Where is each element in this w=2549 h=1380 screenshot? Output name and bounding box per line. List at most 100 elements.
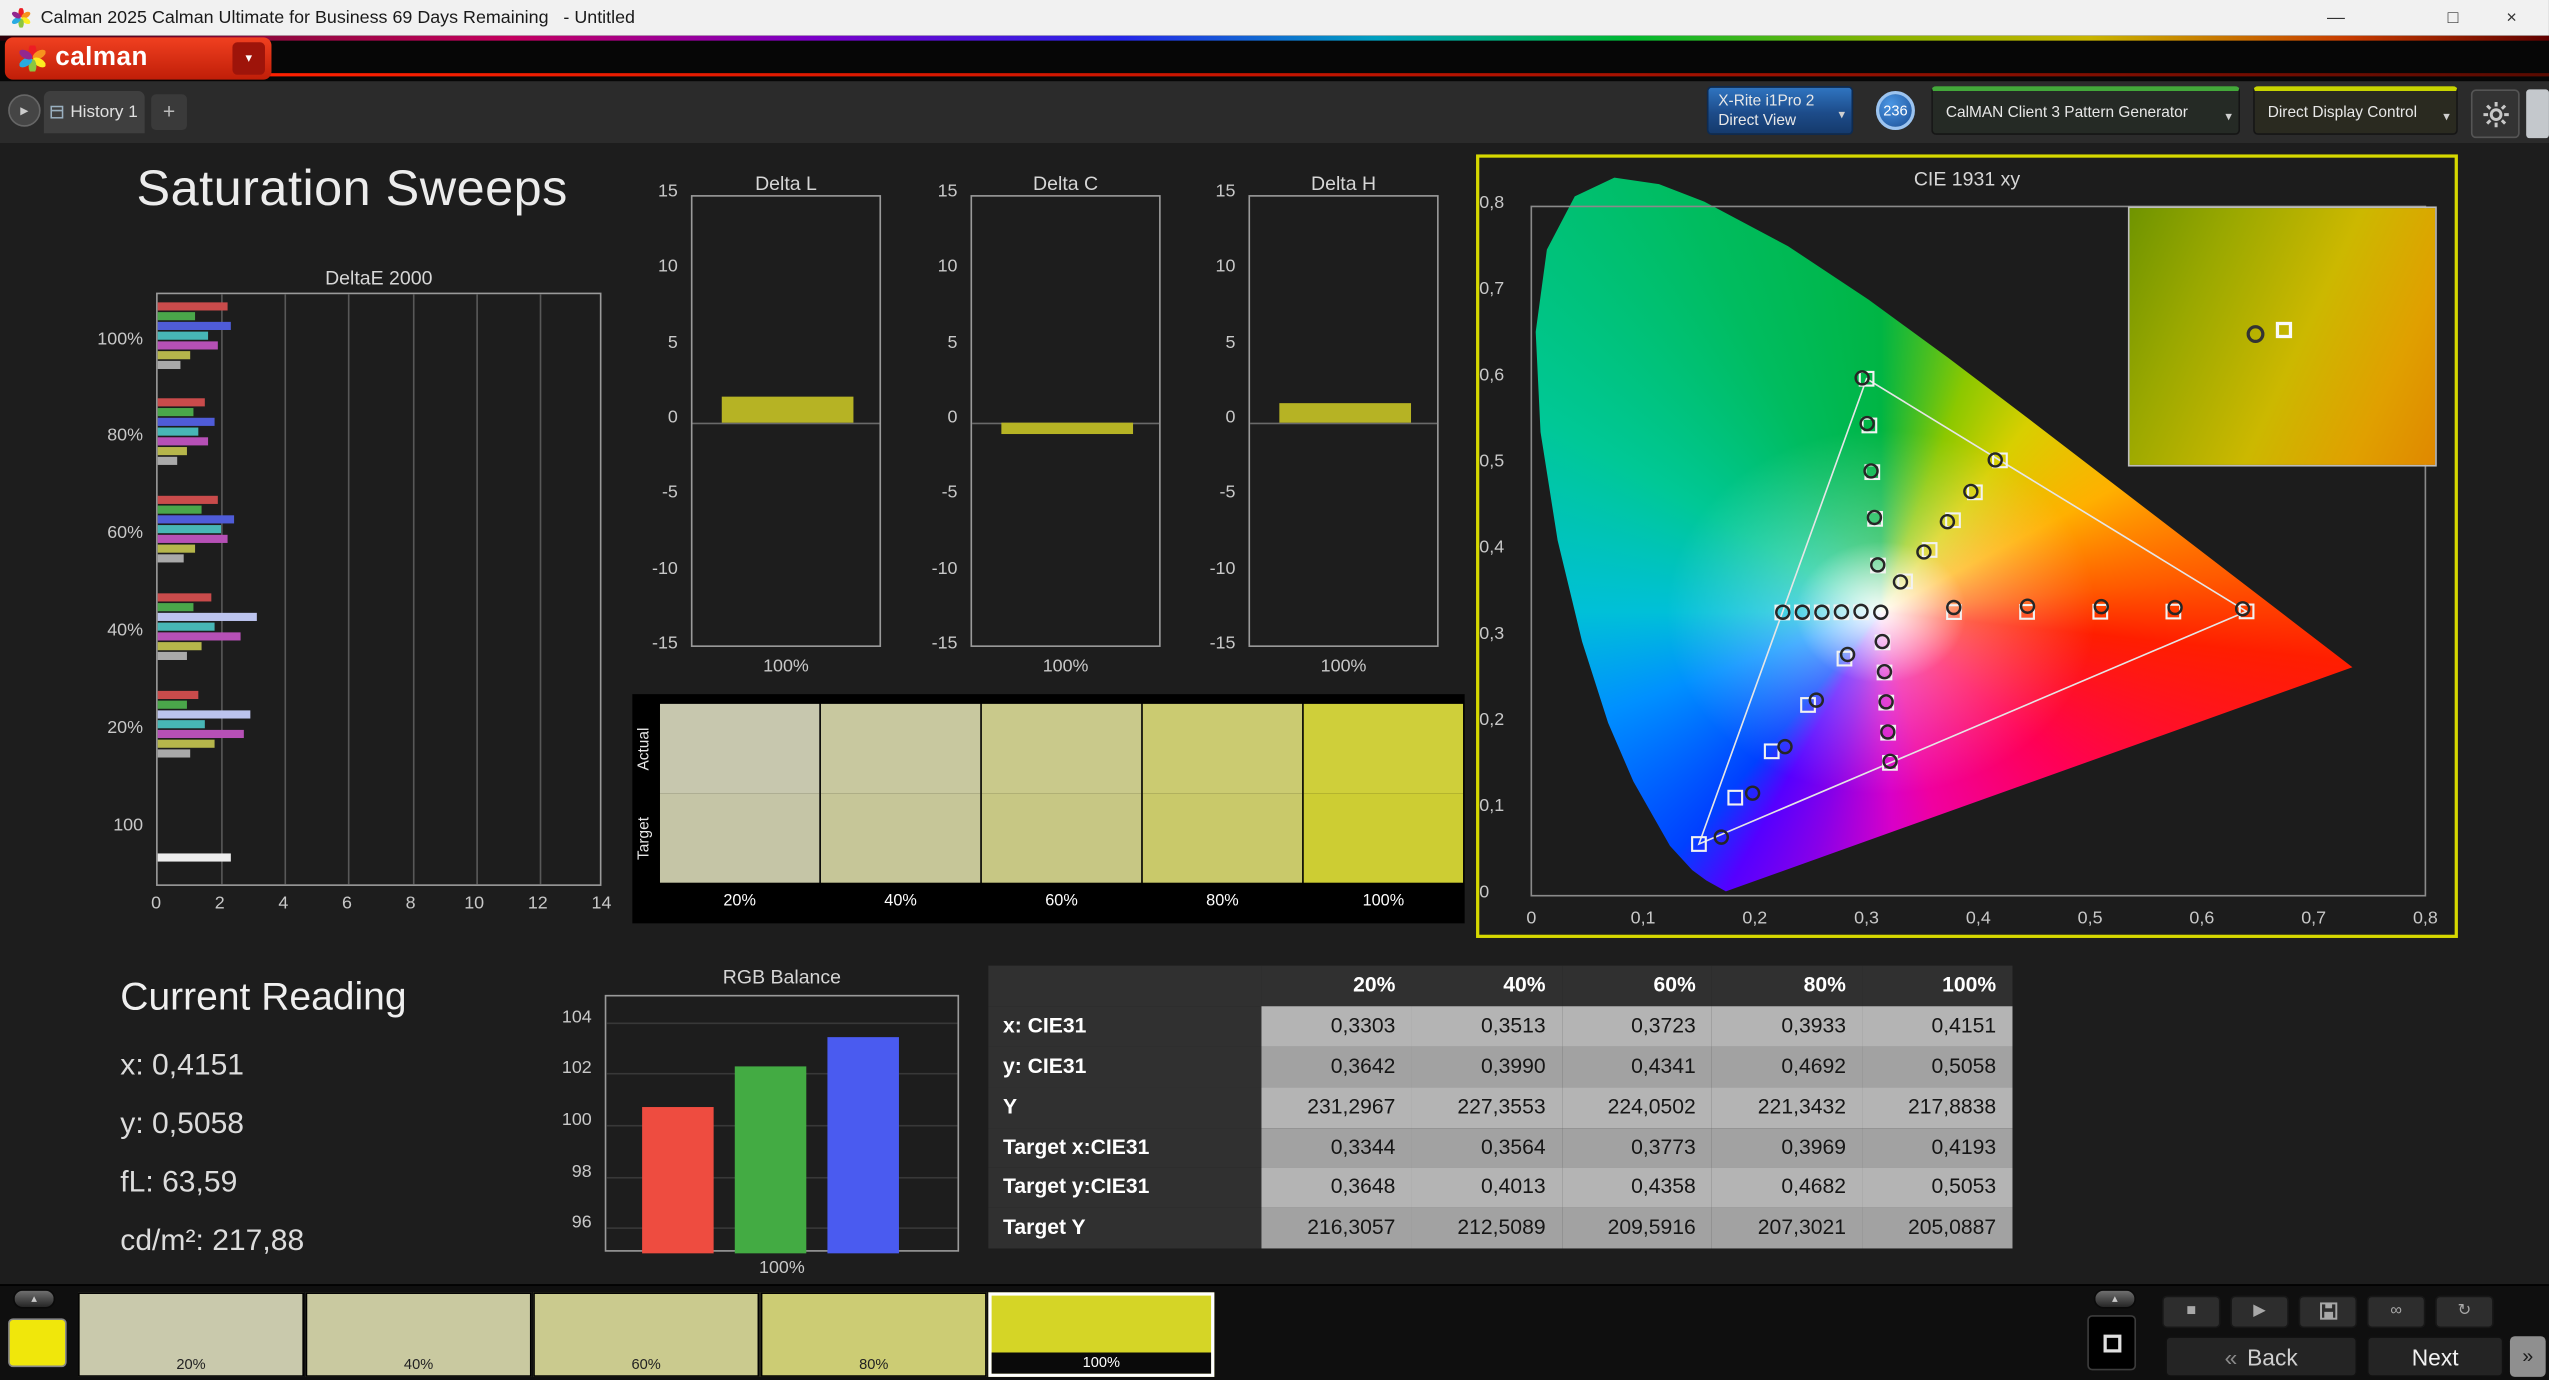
next-button[interactable]: Next <box>2366 1336 2504 1377</box>
logo-menu-caret-icon[interactable]: ▾ <box>232 42 265 75</box>
cie-y-tick-label: 0 <box>1479 882 1490 903</box>
zero-line <box>692 422 880 425</box>
table-cell: 0,3933 <box>1712 1006 1863 1047</box>
table-cell: 0,3723 <box>1561 1006 1713 1047</box>
play-button[interactable]: ▶ <box>2230 1295 2289 1329</box>
deltae-bar <box>157 690 200 700</box>
table-cell: 0,5053 <box>1862 1167 2013 1209</box>
pattern-patch-60%[interactable]: 60% <box>533 1292 760 1377</box>
logo-text: calman <box>55 43 148 72</box>
window-title: Calman 2025 Calman Ultimate for Business… <box>40 8 635 28</box>
next-chevrons-button[interactable]: » <box>2509 1336 2546 1377</box>
pattern-generator-button[interactable]: CalMAN Client 3 Pattern Generator ▾ <box>1931 86 2241 135</box>
swatch-label: 100% <box>1362 892 1405 911</box>
settings-button[interactable] <box>2470 89 2520 139</box>
calman-logo-button[interactable]: calman ▾ <box>4 37 272 80</box>
deltae-xlabels: 0 2 4 6 8 10 12 14 <box>151 894 611 920</box>
deltaL-bar <box>721 397 854 423</box>
meter-count-badge[interactable]: 236 <box>1875 91 1915 131</box>
target-swatch <box>981 793 1142 883</box>
minimize-button[interactable]: — <box>2312 0 2361 36</box>
rgb-ylabels: 104 102 100 98 96 <box>540 995 599 1252</box>
app-icon <box>11 8 31 28</box>
maximize-button[interactable]: □ <box>2429 0 2478 36</box>
deltaL-title: Delta L <box>755 172 817 196</box>
table-cell: 212,5089 <box>1411 1208 1562 1249</box>
table-cell: 0,4358 <box>1561 1167 1713 1209</box>
y-tick-label: 15 <box>657 182 678 202</box>
table-cell: 205,0887 <box>1862 1208 2013 1249</box>
bottom-bar: ▴ 20% 40% 60% 80% 100% ▴ ■ ▶ ∞ ↻ « Back Next… <box>0 1284 2549 1380</box>
table-cell: 0,3773 <box>1561 1127 1713 1168</box>
swatch-label: 60% <box>1045 892 1078 911</box>
cie-x-tick-label: 0,7 <box>2301 908 2327 929</box>
cie-x-tick-label: 0,8 <box>2412 908 2438 929</box>
deltae-bar <box>157 593 212 602</box>
cie-panel[interactable]: CIE 1931 xy 0 0,1 0,2 0,3 0,4 0,5 0,6 0,7 0,8 0 0,… <box>1476 154 2458 938</box>
pattern-window-button[interactable] <box>2087 1315 2137 1371</box>
pattern-patch-label: 40% <box>403 1355 434 1373</box>
actual-target-swatch-strip: Actual Target 20% 40% 60% 80% 100% <box>632 694 1465 924</box>
deltae-bar <box>157 622 215 631</box>
deltae-bar <box>157 447 187 456</box>
y-tick-label: -10 <box>931 558 958 579</box>
deltae-bar <box>157 331 209 340</box>
gear-icon <box>2482 101 2508 127</box>
pattern-patch-80%[interactable]: 80% <box>760 1292 987 1377</box>
gridline <box>475 294 478 885</box>
save-button[interactable] <box>2298 1295 2358 1329</box>
swatch-label: 40% <box>884 892 917 911</box>
reading-cdm2: cd/m²: 217,88 <box>120 1222 305 1257</box>
history-panel-toggle[interactable]: ▸ <box>8 94 41 127</box>
header-band: calman ▾ <box>0 35 2549 82</box>
table-row: Target x:CIE31 0,3344 0,3564 0,3773 0,3969 0,… <box>988 1127 2013 1168</box>
add-tab-button[interactable]: + <box>151 94 187 131</box>
deltae-bar <box>157 505 203 514</box>
rgb-xlabel: 100% <box>759 1258 805 1278</box>
deltaC-ylabels: 15 10 5 0 -5 -10 -15 <box>909 182 964 653</box>
table-cell: 0,3642 <box>1261 1046 1412 1088</box>
deltaH-plot <box>1248 195 1439 647</box>
cie-x-tick-label: 0 <box>1526 908 1537 929</box>
link-button[interactable]: ∞ <box>2366 1295 2426 1329</box>
deltae-bar <box>157 341 219 350</box>
pattern-patch-20%[interactable]: 20% <box>78 1292 304 1377</box>
y-tick-label: -5 <box>661 483 678 503</box>
title-bar: Calman 2025 Calman Ultimate for Business… <box>0 0 2549 36</box>
rgb-plot <box>604 994 960 1254</box>
deltae-bar <box>157 710 250 719</box>
meter-device-button[interactable]: X-Rite i1Pro 2 Direct View ▾ <box>1706 86 1854 135</box>
y-tick-label: 98 <box>571 1161 592 1182</box>
popout-right-button[interactable]: ▴ <box>2093 1289 2137 1309</box>
stop-button[interactable]: ■ <box>2162 1295 2221 1329</box>
x-tick-label: 0 <box>151 894 162 914</box>
deltaL-xlabel: 100% <box>763 656 809 677</box>
x-tick-label: 6 <box>341 894 352 914</box>
x-tick-label: 2 <box>214 894 225 914</box>
display-control-button[interactable]: Direct Display Control ▾ <box>2253 86 2458 135</box>
rgb-bar-red <box>642 1106 714 1254</box>
pattern-patch-40%[interactable]: 40% <box>305 1292 532 1377</box>
close-button[interactable]: × <box>2487 0 2536 36</box>
refresh-button[interactable]: ↻ <box>2435 1295 2494 1329</box>
back-button[interactable]: « Back <box>2165 1336 2358 1377</box>
table-cell: 0,4151 <box>1862 1006 2013 1047</box>
target-swatch <box>1303 793 1464 883</box>
chevron-down-icon: ▾ <box>1838 107 1846 122</box>
table-row: Target y:CIE31 0,3648 0,4013 0,4358 0,4682 0,… <box>988 1167 2013 1209</box>
table-col-header: 40% <box>1411 965 1562 1007</box>
deltae-bar <box>157 515 235 524</box>
data-table: 20% 40% 60% 80% 100% x: CIE31 0,3303 0,3513 0,37… <box>988 965 2013 1249</box>
tab-history-1[interactable]: History 1 <box>43 91 145 134</box>
deltae-bar <box>157 495 219 504</box>
y-tick-label: 0 <box>947 408 958 428</box>
y-tick-label: 10 <box>937 257 958 277</box>
y-tick-label: 96 <box>571 1213 592 1233</box>
cie-x-tick-label: 0,1 <box>1630 908 1656 929</box>
deltae-bar <box>157 554 184 563</box>
deltae-bar <box>157 642 203 651</box>
edge-partial-button[interactable] <box>2526 89 2549 139</box>
deltae-bar <box>157 302 228 311</box>
rgb-bar-green <box>734 1065 807 1254</box>
pattern-patch-100%[interactable]: 100% <box>988 1292 1215 1377</box>
